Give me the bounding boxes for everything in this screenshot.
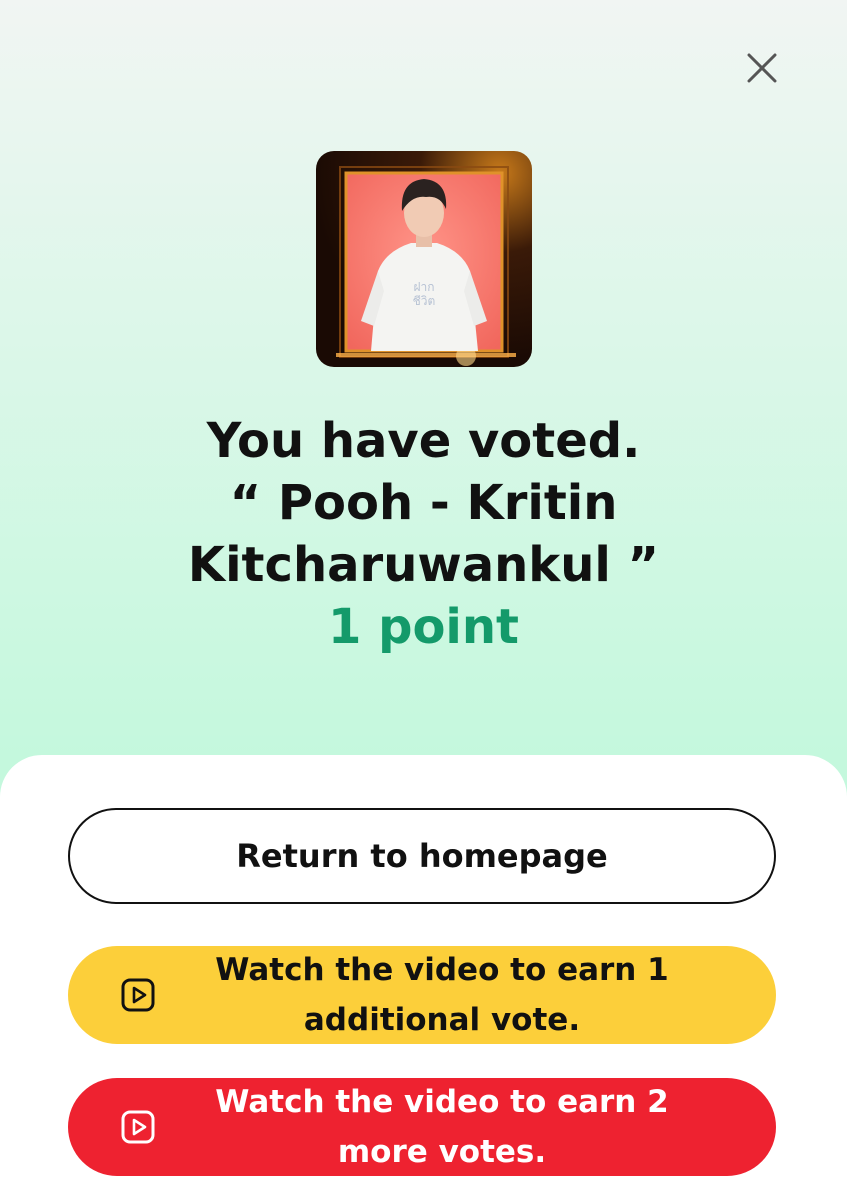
play-video-icon (121, 1110, 155, 1144)
close-icon (747, 53, 777, 83)
headline-voted: You have voted. (206, 413, 641, 469)
play-video-icon (121, 978, 155, 1012)
candidate-name-line1: “ Pooh - Kritin (229, 475, 618, 531)
candidate-portrait-image: ฝาก ชีวิต (336, 163, 516, 366)
points-earned: 1 point (327, 599, 519, 655)
svg-text:ชีวิต: ชีวิต (413, 294, 436, 308)
watch-video-two-votes-label: Watch the video to earn 2 more votes. (215, 1084, 669, 1170)
watch-video-one-vote-label: Watch the video to earn 1 additional vot… (215, 952, 669, 1038)
candidate-photo: ฝาก ชีวิต (316, 151, 532, 367)
svg-text:ฝาก: ฝาก (413, 280, 434, 294)
vote-confirmation-message: You have voted. “ Pooh - Kritin Kitcharu… (60, 410, 787, 658)
return-home-label: Return to homepage (236, 837, 608, 875)
watch-video-one-vote-button[interactable]: Watch the video to earn 1 additional vot… (68, 946, 776, 1044)
candidate-name-line2: Kitcharuwankul ” (187, 537, 660, 593)
close-button[interactable] (738, 44, 786, 92)
watch-video-two-votes-button[interactable]: Watch the video to earn 2 more votes. (68, 1078, 776, 1176)
return-home-button[interactable]: Return to homepage (68, 808, 776, 904)
